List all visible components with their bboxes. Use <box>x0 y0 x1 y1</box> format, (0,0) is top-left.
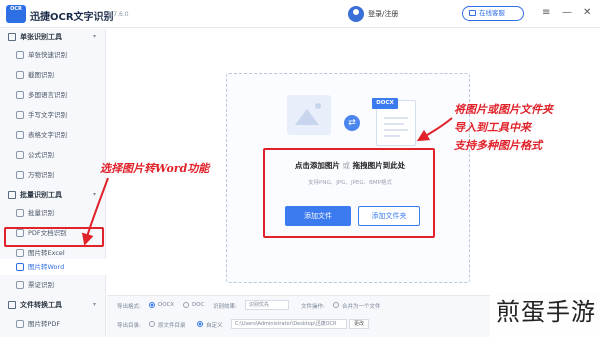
add-folder-button[interactable]: 添加文件夹 <box>358 206 420 226</box>
chevron-down-icon: ▾ <box>92 301 96 308</box>
sidebar-group-single[interactable]: 单张识别工具 ▾ <box>0 29 106 45</box>
annotation-word: 选择图片转Word功能 <box>100 162 210 175</box>
sidebar-group-convert[interactable]: 文件转换工具 ▾ <box>0 297 106 313</box>
formula-icon <box>16 151 24 159</box>
radio-custom-dir-label: 自定义 <box>206 323 223 329</box>
globe-icon <box>16 91 24 99</box>
table-icon <box>16 131 24 139</box>
ticket-icon <box>16 281 24 289</box>
scan-icon <box>16 51 24 59</box>
export-dir-label: 导出目录: <box>117 323 141 329</box>
sidebar-item-image-pdf[interactable]: 图片转PDF <box>0 316 106 332</box>
sidebar-item-word[interactable]: 图片转Word <box>0 259 106 275</box>
title-bar: OCR 迅捷OCR文字识别 v8.7.6.0 登录/注册 在线客服 ≡ — ✕ <box>0 0 600 28</box>
radio-merge[interactable] <box>333 302 339 308</box>
close-icon[interactable]: ✕ <box>583 6 591 20</box>
minimize-icon[interactable]: — <box>562 6 572 20</box>
chat-icon <box>469 10 476 16</box>
online-service-button[interactable]: 在线客服 <box>462 6 524 21</box>
sidebar-item-screenshot[interactable]: 截图识别 <box>0 67 106 83</box>
sidebar-item-multilanguage[interactable]: 多国语言识别 <box>0 87 106 103</box>
app-title: 迅捷OCR文字识别 <box>30 12 114 23</box>
chevron-down-icon: ▾ <box>92 33 96 40</box>
export-path-input[interactable]: C:\Users\Administrator\Desktop\迅捷OCR <box>231 319 347 329</box>
app-window: OCR 迅捷OCR文字识别 v8.7.6.0 登录/注册 在线客服 ≡ — ✕ … <box>0 0 600 337</box>
sidebar-item-handwriting[interactable]: 手写文字识别 <box>0 107 106 123</box>
add-file-button[interactable]: 添加文件 <box>285 206 351 226</box>
annotation-import: 将图片或图片文件夹 导入到工具中来 支持多种图片格式 <box>454 103 553 152</box>
crop-icon <box>16 71 24 79</box>
app-logo-icon: OCR <box>6 5 26 23</box>
convert-tool-icon <box>8 301 16 309</box>
change-dir-button[interactable]: 更改 <box>349 319 369 329</box>
sidebar-item-table[interactable]: 表格文字识别 <box>0 127 106 143</box>
sidebar-item-quick-recognize[interactable]: 单张快速识别 <box>0 47 106 63</box>
image-pdf-icon <box>16 320 24 328</box>
user-avatar-icon[interactable] <box>348 6 364 22</box>
chevron-down-icon: ▾ <box>92 191 96 198</box>
radio-merge-label: 合并为一个文件 <box>342 304 381 310</box>
excel-icon <box>16 249 24 257</box>
radio-custom-dir[interactable] <box>197 321 203 327</box>
pen-icon <box>16 111 24 119</box>
login-link[interactable]: 登录/注册 <box>368 9 398 19</box>
radio-original-dir[interactable] <box>149 321 155 327</box>
radio-docx-label: DOCX <box>158 302 175 308</box>
online-service-label: 在线客服 <box>479 9 505 17</box>
menu-icon[interactable]: ≡ <box>542 6 550 20</box>
docx-badge: DOCX <box>372 98 398 109</box>
recognize-effect-select[interactable]: 识别优先 <box>245 300 289 310</box>
recognize-effect-label: 识别效果: <box>213 304 237 310</box>
radio-doc-label: DOC <box>192 302 205 308</box>
highlight-box-word <box>4 227 104 247</box>
file-op-label: 文件操作: <box>301 304 325 310</box>
batch-tool-icon <box>8 191 16 199</box>
convert-arrow-icon: ⇄ <box>344 115 360 131</box>
drop-title: 点击添加图片 或 拖拽图片到此处 <box>294 161 406 170</box>
sidebar-item-formula[interactable]: 公式识别 <box>0 147 106 163</box>
export-format-label: 导出格式: <box>117 304 141 310</box>
supported-formats: 支持PNG、JPG、JPEG、BMP格式 <box>308 180 392 186</box>
radio-docx[interactable] <box>149 302 155 308</box>
radio-doc[interactable] <box>183 302 189 308</box>
sidebar-item-ticket[interactable]: 票证识别 <box>0 277 106 293</box>
word-icon <box>16 263 24 271</box>
sidebar-item-batch[interactable]: 批量识别 <box>0 205 106 221</box>
sidebar-item-object[interactable]: 万物识别 <box>0 167 106 183</box>
sidebar-group-batch[interactable]: 批量识别工具 ▾ <box>0 187 106 203</box>
radio-original-dir-label: 原文件目录 <box>158 323 186 329</box>
single-tool-icon <box>8 33 16 41</box>
sidebar: 单张识别工具 ▾ 单张快速识别 截图识别 多国语言识别 手写文字识别 表格文字识… <box>0 29 106 337</box>
app-version: v8.7.6.0 <box>104 11 129 18</box>
leaf-icon <box>16 171 24 179</box>
image-icon <box>287 95 331 135</box>
batch-icon <box>16 209 24 217</box>
watermark-text: 煎蛋手游 <box>496 298 596 326</box>
